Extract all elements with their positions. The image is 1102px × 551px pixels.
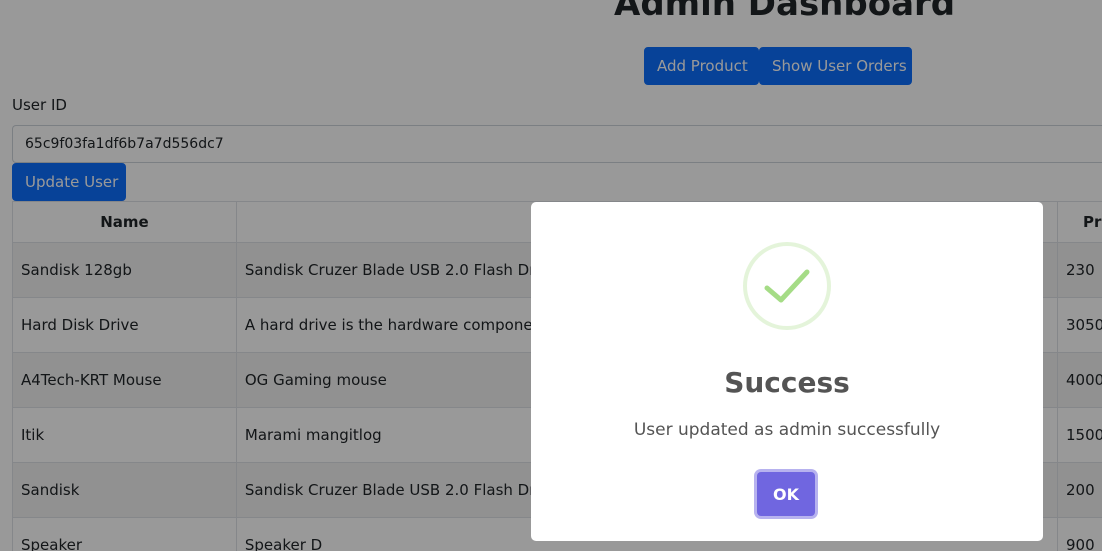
dialog-message: User updated as admin successfully <box>633 420 941 440</box>
admin-dashboard-page: Admin Dashboard Add Product Show User Or… <box>0 0 1102 551</box>
checkmark-icon <box>764 269 810 303</box>
success-dialog: Success User updated as admin successful… <box>531 202 1043 541</box>
ok-button[interactable]: OK <box>757 472 815 516</box>
success-check-icon <box>743 242 831 330</box>
dialog-title: Success <box>724 366 850 399</box>
